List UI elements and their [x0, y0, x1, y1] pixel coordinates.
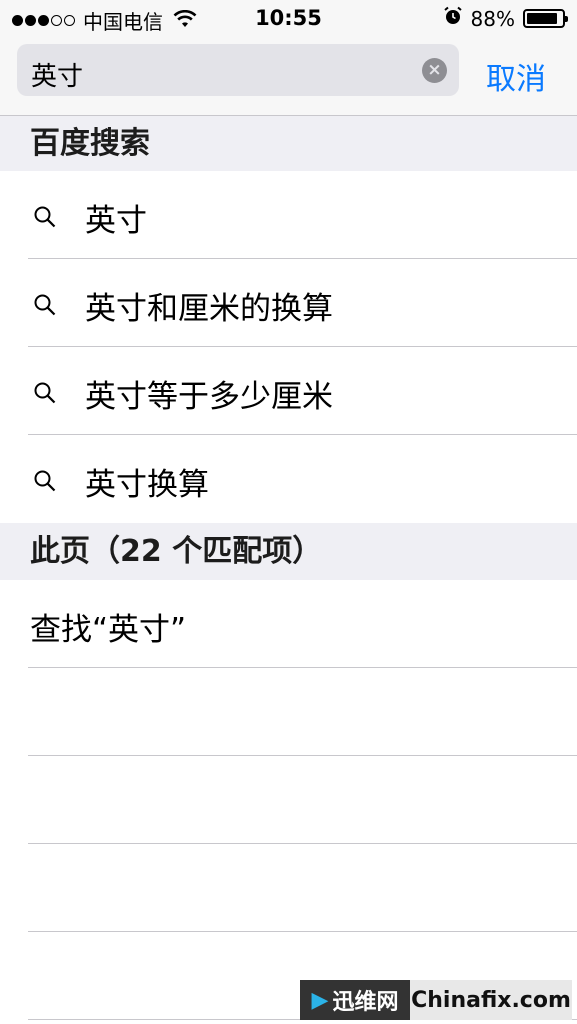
arrow-icon: ▶ [311, 987, 329, 1013]
empty-row [0, 756, 577, 844]
watermark-right: Chinafix.com [410, 980, 572, 1020]
cancel-button[interactable]: 取消 [486, 54, 546, 98]
status-bar: 中国电信 10:55 88% [0, 0, 577, 36]
watermark: ▶ 迅维网 Chinafix.com [300, 980, 572, 1020]
on-page-header: 此页（22 个匹配项） [0, 523, 577, 580]
search-bar: 英寸 × 取消 [0, 36, 577, 116]
empty-row [0, 844, 577, 932]
suggestion-label: 英寸和厘米的换算 [85, 291, 333, 327]
find-on-page-item[interactable]: 查找“英寸” [0, 580, 577, 668]
baidu-search-header: 百度搜索 [0, 116, 577, 171]
suggestion-label: 英寸 [85, 203, 147, 239]
search-icon [33, 293, 57, 321]
watermark-left-text: 迅维网 [332, 990, 399, 1015]
search-query-text: 英寸 [31, 62, 84, 92]
watermark-left: ▶ 迅维网 [300, 980, 410, 1020]
suggestion-item[interactable]: 英寸 [0, 171, 577, 259]
battery-percent: 88% [470, 6, 515, 31]
clear-icon[interactable]: × [422, 58, 447, 83]
empty-row [0, 668, 577, 756]
suggestion-label: 英寸换算 [85, 467, 209, 503]
search-icon [33, 205, 57, 233]
battery-icon [523, 9, 568, 28]
suggestion-item[interactable]: 英寸换算 [0, 435, 577, 523]
find-on-page-label: 查找“英寸” [30, 612, 187, 648]
suggestion-item[interactable]: 英寸等于多少厘米 [0, 347, 577, 435]
battery-fill [527, 13, 557, 24]
search-icon [33, 469, 57, 497]
watermark-right-text: Chinafix.com [411, 987, 571, 1013]
search-input[interactable]: 英寸 × [17, 44, 459, 96]
suggestion-item[interactable]: 英寸和厘米的换算 [0, 259, 577, 347]
status-right: 88% [443, 6, 568, 31]
search-icon [33, 381, 57, 409]
alarm-icon [443, 6, 463, 31]
suggestion-label: 英寸等于多少厘米 [85, 379, 333, 415]
